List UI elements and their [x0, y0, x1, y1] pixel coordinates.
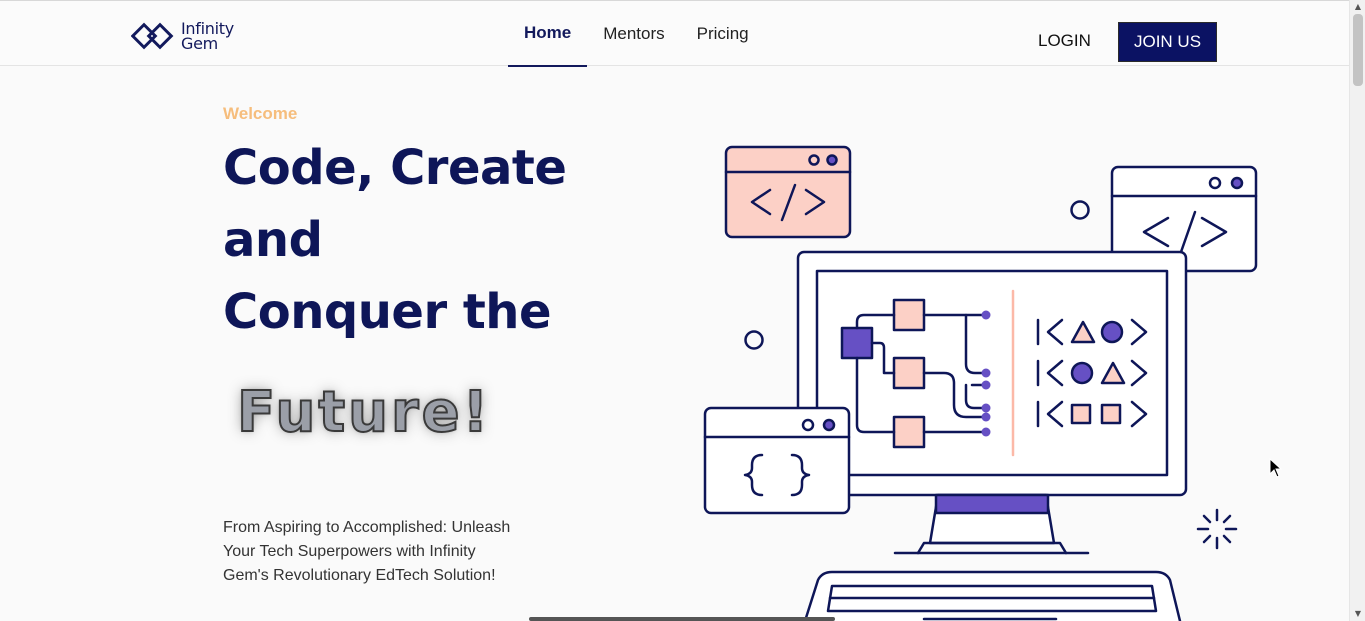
landing-page: Infinity Gem Home Mentors Pricing LOGIN …	[0, 0, 1349, 621]
decorative-circle-icon	[744, 330, 764, 350]
infinity-gem-logo-icon	[131, 22, 174, 50]
scroll-down-arrow-icon[interactable]: ▼	[1350, 607, 1365, 621]
scroll-up-arrow-icon[interactable]: ▲	[1350, 0, 1365, 14]
hero-eyebrow: Welcome	[223, 104, 298, 123]
code-window-icon	[724, 145, 852, 239]
login-button[interactable]: LOGIN	[1024, 23, 1105, 59]
code-braces-window-icon	[703, 406, 851, 515]
coding-computer-illustration	[703, 145, 1258, 621]
sparkle-icon	[1196, 508, 1238, 550]
headline-line-1: Code, Create	[223, 140, 567, 196]
nav-pricing[interactable]: Pricing	[681, 1, 765, 67]
keyboard-icon	[803, 570, 1182, 621]
headline-line-3: Conquer the	[223, 284, 552, 340]
vertical-scrollbar[interactable]: ▲ ▼	[1349, 0, 1365, 621]
horizontal-scroll-indicator[interactable]	[529, 617, 835, 621]
scrollbar-thumb[interactable]	[1353, 14, 1363, 86]
headline-line-2: and	[223, 212, 323, 268]
top-navigation-bar: Infinity Gem Home Mentors Pricing LOGIN …	[0, 0, 1349, 67]
main-nav: Home Mentors Pricing	[508, 1, 765, 67]
join-us-button[interactable]: JOIN US	[1118, 22, 1217, 62]
brand-name-line2: Gem	[181, 34, 218, 53]
nav-mentors[interactable]: Mentors	[587, 1, 680, 67]
brand-name: Infinity Gem	[181, 21, 234, 53]
hero-description: From Aspiring to Accomplished: Unleash Y…	[223, 519, 511, 584]
decorative-circle-icon	[1070, 200, 1090, 220]
hero-headline: Code, Create and Conquer the	[223, 132, 643, 348]
mouse-cursor-icon	[1269, 458, 1283, 478]
brand-logo[interactable]: Infinity Gem	[131, 20, 243, 56]
nav-home[interactable]: Home	[508, 1, 588, 67]
hero-highlight-word: Future!	[236, 379, 492, 446]
